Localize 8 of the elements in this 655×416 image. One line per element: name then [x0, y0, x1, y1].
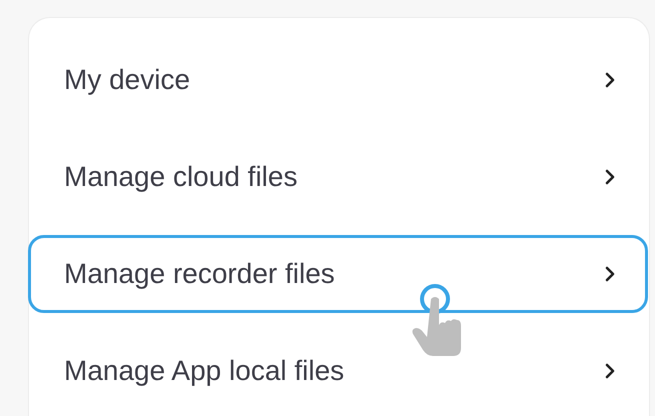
- chevron-right-icon: [605, 362, 615, 378]
- menu-item[interactable]: Manage cloud files: [28, 138, 648, 216]
- chevron-right-icon: [605, 266, 615, 282]
- chevron-right-icon: [605, 72, 615, 88]
- menu-item[interactable]: Manage recorder files: [28, 234, 648, 312]
- menu-item[interactable]: My device: [28, 40, 648, 118]
- menu-item[interactable]: Manage App local files: [28, 332, 648, 410]
- chevron-right-icon: [605, 168, 615, 184]
